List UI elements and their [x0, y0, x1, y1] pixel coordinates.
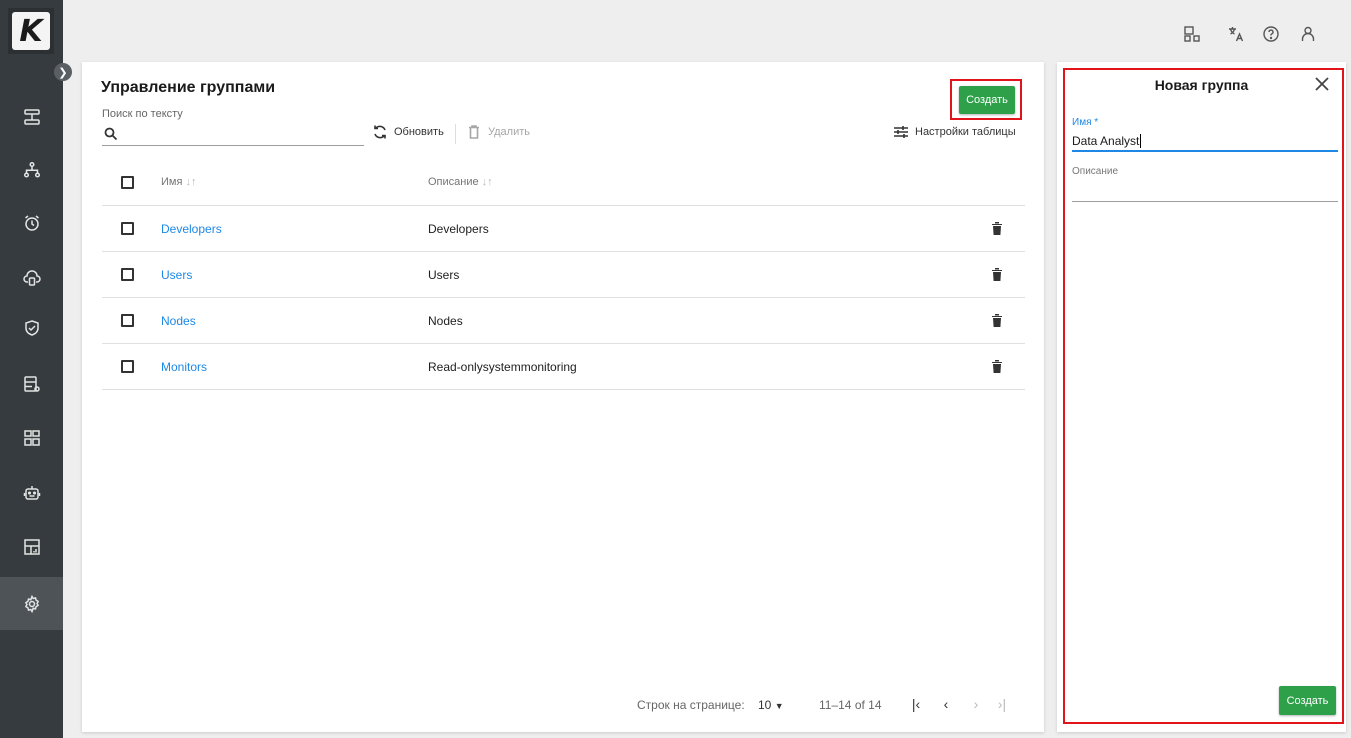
group-description: Users — [428, 268, 460, 282]
group-description: Developers — [428, 222, 489, 236]
column-header-description[interactable]: Описание ↓↑ — [428, 176, 493, 188]
logo-letter: K — [12, 12, 50, 50]
user-icon[interactable] — [1298, 24, 1318, 44]
dropdown-arrow-icon: ▼ — [774, 701, 784, 711]
table-header-row: Имя ↓↑ Описание ↓↑ — [102, 160, 1025, 206]
group-name-link[interactable]: Users — [161, 268, 192, 282]
create-group-button[interactable]: Создать — [959, 86, 1015, 114]
delete-row-icon[interactable] — [991, 313, 1003, 327]
sidebar-expand-button[interactable]: ❯ — [54, 63, 72, 81]
group-name-link[interactable]: Monitors — [161, 360, 207, 374]
group-name-link[interactable]: Developers — [161, 222, 222, 236]
group-description: Nodes — [428, 314, 463, 328]
row-checkbox[interactable] — [121, 222, 134, 235]
sliders-icon — [894, 126, 908, 138]
row-checkbox[interactable] — [121, 268, 134, 281]
delete-button[interactable]: Удалить — [466, 124, 530, 140]
refresh-button[interactable]: Обновить — [372, 124, 444, 140]
sort-icon: ↓↑ — [185, 176, 197, 188]
create-button-highlight: Создать — [950, 79, 1022, 120]
toolbar-divider — [455, 124, 456, 144]
groups-table: Имя ↓↑ Описание ↓↑ Developers Developers U… — [102, 160, 1025, 390]
table-row: Nodes Nodes — [102, 298, 1025, 344]
table-row: Developers Developers — [102, 206, 1025, 252]
group-description: Read-onlysystemmonitoring — [428, 360, 577, 374]
previous-page-icon[interactable]: ‹ — [936, 694, 956, 714]
refresh-label: Обновить — [394, 126, 444, 138]
cloud-database-icon[interactable] — [0, 251, 63, 304]
shield-check-icon[interactable] — [0, 301, 63, 354]
robot-icon[interactable] — [0, 466, 63, 519]
delete-row-icon[interactable] — [991, 267, 1003, 281]
row-checkbox[interactable] — [121, 360, 134, 373]
rows-per-page-label: Строк на странице: — [637, 698, 745, 712]
group-name-link[interactable]: Nodes — [161, 314, 196, 328]
panel-highlight — [1063, 68, 1344, 724]
table-settings-label: Настройки таблицы — [915, 126, 1016, 138]
delete-row-icon[interactable] — [991, 221, 1003, 235]
pagination-range: 11–14 of 14 — [819, 698, 882, 712]
sort-icon: ↓↑ — [481, 176, 493, 188]
select-all-checkbox[interactable] — [121, 176, 134, 189]
column-header-name[interactable]: Имя ↓↑ — [161, 176, 196, 188]
delete-row-icon[interactable] — [991, 359, 1003, 373]
help-icon[interactable] — [1261, 24, 1281, 44]
search-icon — [104, 127, 118, 141]
dashboard-layout-icon[interactable] — [1182, 24, 1202, 44]
refresh-icon — [374, 125, 386, 139]
page-title: Управление группами — [101, 79, 276, 96]
table-row: Users Users — [102, 252, 1025, 298]
alarm-icon[interactable] — [0, 196, 63, 249]
rows-per-page-select[interactable]: 10 ▼ — [758, 698, 784, 712]
gear-icon[interactable] — [0, 577, 63, 630]
groups-card: Управление группами Создать Поиск по тек… — [82, 62, 1044, 732]
sidebar: K — [0, 0, 63, 738]
topology-icon[interactable] — [0, 90, 63, 143]
first-page-icon[interactable]: |‹ — [906, 694, 926, 714]
search-field — [102, 126, 364, 146]
trash-icon — [469, 125, 479, 139]
last-page-icon[interactable]: ›| — [992, 694, 1012, 714]
database-settings-icon[interactable] — [0, 357, 63, 410]
delete-label: Удалить — [488, 126, 530, 138]
widgets-icon[interactable] — [0, 411, 63, 464]
hierarchy-icon[interactable] — [0, 143, 63, 196]
search-input[interactable] — [124, 126, 360, 144]
translate-icon[interactable] — [1226, 24, 1246, 44]
dashboard-chart-icon[interactable] — [0, 520, 63, 573]
row-checkbox[interactable] — [121, 314, 134, 327]
table-row: Monitors Read-onlysystemmonitoring — [102, 344, 1025, 390]
table-settings-button[interactable]: Настройки таблицы — [893, 124, 1016, 140]
app-logo[interactable]: K — [8, 8, 54, 54]
search-label: Поиск по тексту — [102, 108, 183, 120]
next-page-icon[interactable]: › — [966, 694, 986, 714]
